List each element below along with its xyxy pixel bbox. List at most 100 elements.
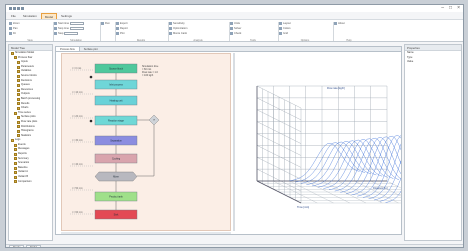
ribbon-command[interactable]: Monte Carlo: [169, 31, 227, 35]
ribbon-command[interactable]: Export: [116, 21, 166, 25]
tree-item[interactable]: Comparison: [9, 180, 52, 185]
folder-icon: [17, 134, 20, 138]
ribbon-command[interactable]: Check: [230, 31, 276, 35]
minimize-button[interactable]: –: [441, 6, 444, 11]
tree-list: Simulation Model Process flow Inputs Parame…: [9, 51, 52, 184]
flow-horizontal-scrollbar[interactable]: [61, 232, 231, 234]
folder-icon: [17, 79, 20, 83]
ribbon-command[interactable]: Run: [101, 21, 113, 25]
event-marker: [89, 119, 93, 123]
application-window: – □ × File Simulation Model Settings Zoom Pan F…: [5, 4, 464, 248]
command-icon: [116, 26, 119, 30]
splitter-handle[interactable]: [233, 53, 235, 231]
flow-block-label: Inlet process: [109, 84, 123, 87]
window-controls: – □ ×: [441, 6, 460, 11]
maximize-button[interactable]: □: [449, 6, 452, 11]
folder-icon: [17, 102, 20, 106]
status-item[interactable]: Ready: [9, 245, 25, 247]
flow-block[interactable]: Product tank: [94, 191, 138, 202]
command-icon: [334, 21, 337, 25]
folder-icon: [14, 166, 17, 170]
stage-label: t = 40 min: [72, 163, 83, 166]
command-label: Layout: [283, 21, 291, 25]
flow-block[interactable]: Cooling: [94, 153, 138, 164]
ribbon-input[interactable]: [64, 31, 79, 35]
status-item[interactable]: Model: [26, 245, 42, 247]
ribbon-command[interactable]: Stop time: [54, 26, 98, 30]
ribbon-group: Layout Colors Grid Options: [279, 21, 333, 42]
app-icon: [9, 7, 12, 10]
ribbon-command[interactable]: Solver: [230, 26, 276, 30]
command-label: Report: [120, 26, 128, 30]
model-tree-panel: Model Tree Simulation Model Process flow I…: [8, 44, 53, 241]
ribbon-group: Units Solver Check Tools: [230, 21, 278, 42]
stage-label: t = 30 min: [72, 139, 83, 142]
ribbon-group-label: Help: [346, 39, 352, 42]
redo-icon[interactable]: [21, 7, 24, 10]
ribbon-command[interactable]: About: [334, 21, 364, 25]
flow-block[interactable]: Sink: [94, 209, 138, 220]
command-label: Monte Carlo: [173, 31, 188, 35]
ribbon-separator: [277, 22, 278, 41]
ribbon-command[interactable]: Layout: [279, 21, 331, 25]
folder-icon: [14, 148, 17, 152]
ribbon-group-label: Simulation: [70, 39, 82, 42]
surface-plot-3d[interactable]: Flow rate [kg/h] Time [min] Distance [m]: [237, 53, 456, 231]
flow-block[interactable]: Source block: [94, 63, 138, 74]
flow-block[interactable]: Inlet process: [94, 79, 138, 90]
ribbon-group: Start time Stop time Step Simulation: [54, 21, 100, 42]
folder-icon: [17, 125, 20, 129]
folder-icon: [17, 129, 20, 133]
flow-block[interactable]: Mixer: [94, 171, 138, 182]
folder-icon: [14, 180, 17, 184]
ribbon-command[interactable]: Grid: [279, 31, 331, 35]
ribbon-command[interactable]: Step: [54, 31, 98, 35]
stage-label: t = 20 min: [72, 115, 83, 118]
folder-icon: [14, 157, 17, 161]
ribbon-input[interactable]: [70, 21, 85, 25]
ribbon-separator: [99, 22, 100, 41]
quick-access-toolbar[interactable]: [9, 7, 24, 10]
command-icon: [116, 21, 119, 25]
command-icon: [101, 21, 104, 25]
folder-icon: [17, 106, 20, 110]
ribbon-input[interactable]: [69, 26, 84, 30]
undo-icon[interactable]: [17, 7, 20, 10]
save-icon[interactable]: [13, 7, 16, 10]
ribbon-command[interactable]: Zoom: [9, 21, 51, 25]
ribbon-separator: [52, 22, 53, 41]
folder-icon: [17, 120, 20, 124]
flow-block[interactable]: Separation: [94, 135, 138, 146]
command-label: Plot: [120, 31, 125, 35]
ribbon-command[interactable]: Optimization: [169, 26, 227, 30]
ribbon-command[interactable]: Fit: [9, 31, 51, 35]
command-icon: [54, 26, 57, 30]
property-row[interactable]: Value: [405, 60, 461, 65]
ribbon-separator: [228, 22, 229, 41]
ribbon-command[interactable]: Units: [230, 21, 276, 25]
flow-block[interactable]: Heating unit: [94, 95, 138, 106]
command-icon: [230, 31, 233, 35]
ribbon-command[interactable]: Pan: [9, 26, 51, 30]
ribbon-command[interactable]: Colors: [279, 26, 331, 30]
folder-icon: [14, 175, 17, 179]
command-label: Units: [234, 21, 240, 25]
command-icon: [230, 26, 233, 30]
ribbon-command[interactable]: Plot: [116, 31, 166, 35]
process-flow-diagram[interactable]: t = 0 min t = 10 min t = 20 min t = 30 min t…: [61, 53, 231, 231]
folder-icon: [17, 65, 20, 69]
command-label: Sensitivity: [173, 21, 185, 25]
folder-icon: [17, 83, 20, 87]
ribbon-group-label: Results: [136, 39, 146, 42]
ribbon-command[interactable]: Sensitivity: [169, 21, 227, 25]
close-button[interactable]: ×: [457, 6, 460, 11]
flow-note-text: = 100 kg/h: [142, 74, 154, 77]
flow-block[interactable]: Reaction stage: [94, 115, 138, 126]
ribbon-command[interactable]: Start time: [54, 21, 98, 25]
command-label: About: [338, 21, 345, 25]
properties-panel: Properties Name Type Value: [404, 44, 462, 241]
command-label: Stop time: [58, 26, 69, 30]
document-tab[interactable]: Surface plot: [80, 47, 102, 51]
ribbon-command[interactable]: Report: [116, 26, 166, 30]
document-tab[interactable]: Process flow: [56, 47, 80, 51]
